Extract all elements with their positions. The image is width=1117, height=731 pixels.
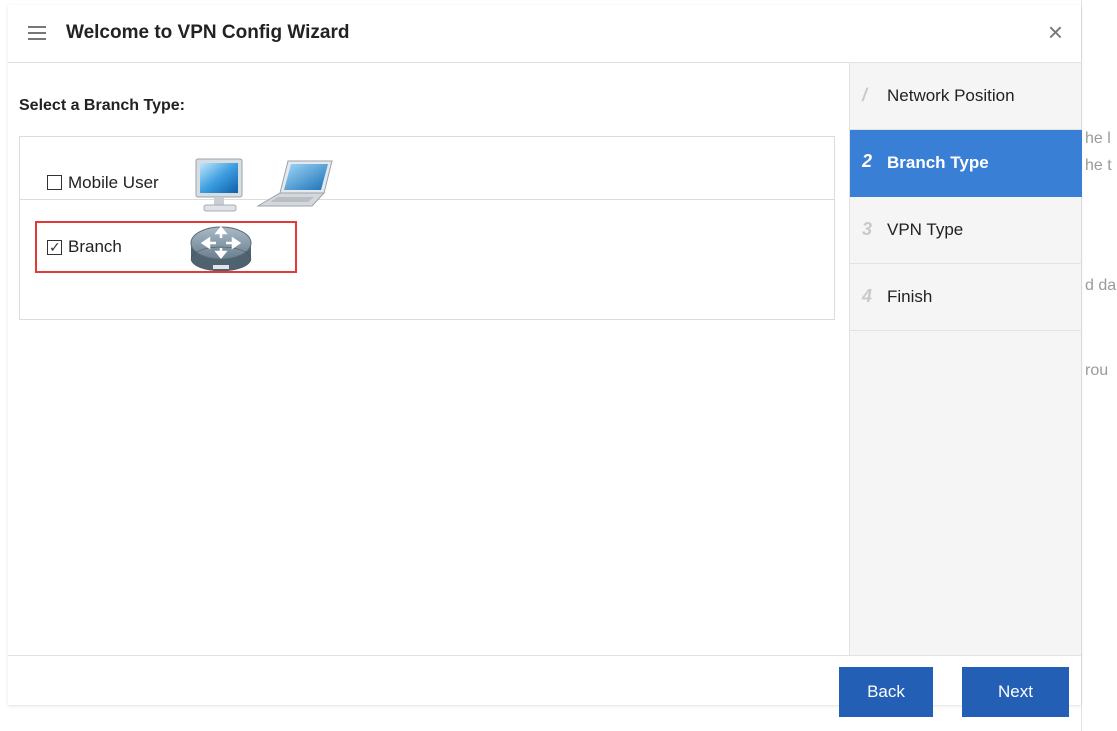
step-label: Branch Type — [887, 153, 989, 172]
step-finish[interactable]: 4 Finish — [850, 264, 1082, 331]
background-text: rou — [1085, 362, 1109, 379]
background-page: he l he t d da rou — [1081, 0, 1117, 731]
dialog-header: Welcome to VPN Config Wizard × — [8, 5, 1081, 63]
close-button[interactable]: × — [1048, 17, 1063, 47]
option-branch[interactable]: ✓ Branch — [20, 200, 834, 319]
branch-type-options: Mobile User ✓ Branch — [19, 136, 835, 320]
step-number: 3 — [862, 219, 873, 239]
next-button[interactable]: Next — [962, 667, 1069, 717]
back-button[interactable]: Back — [839, 667, 933, 717]
vpn-config-wizard-dialog: Welcome to VPN Config Wizard × Select a … — [8, 5, 1082, 717]
step-vpn-type[interactable]: 3 VPN Type — [850, 197, 1082, 264]
selection-highlight — [35, 221, 297, 273]
hamburger-menu-icon[interactable] — [28, 26, 46, 40]
background-text: he t — [1085, 157, 1112, 174]
step-number: 4 — [862, 286, 873, 306]
main-content: Select a Branch Type: Mobile User ✓ Bran… — [8, 63, 848, 655]
mobile-user-checkbox[interactable] — [47, 175, 62, 190]
mobile-user-label: Mobile User — [68, 173, 159, 192]
dialog-footer: Back Next — [8, 655, 1081, 717]
step-number: / — [862, 85, 868, 105]
dialog-title: Welcome to VPN Config Wizard — [66, 22, 350, 43]
step-label: Network Position — [887, 86, 1015, 105]
background-text: he l — [1085, 130, 1111, 147]
step-label: VPN Type — [887, 220, 964, 239]
step-label: Finish — [887, 287, 933, 306]
wizard-steps: / Network Position 2 Branch Type 3 VPN T… — [849, 63, 1082, 655]
step-network-position[interactable]: / Network Position — [850, 63, 1082, 130]
step-branch-type[interactable]: 2 Branch Type — [850, 130, 1082, 197]
step-number: 2 — [862, 151, 873, 171]
background-text: d da — [1085, 277, 1117, 294]
section-title: Select a Branch Type: — [19, 97, 185, 114]
option-mobile-user[interactable]: Mobile User — [20, 137, 834, 212]
